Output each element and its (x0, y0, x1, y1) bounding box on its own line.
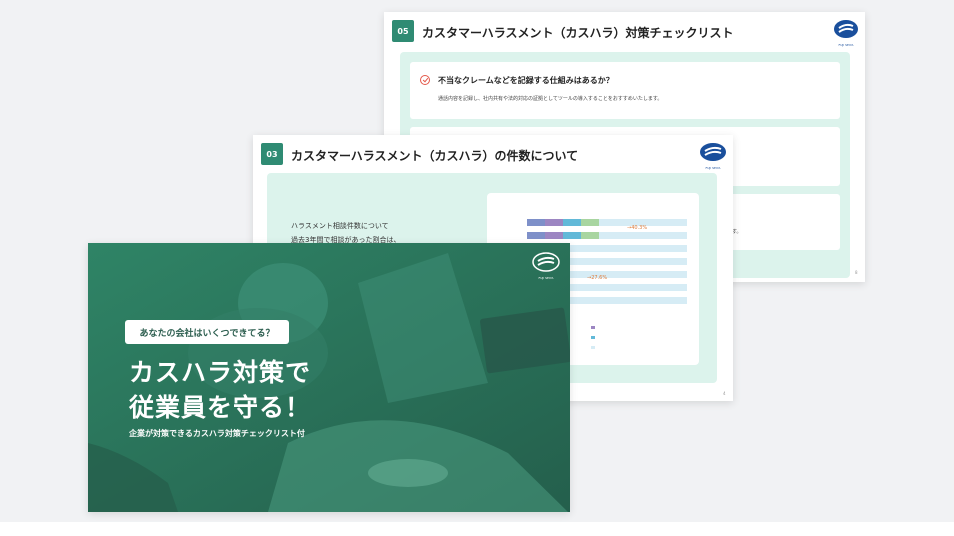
checklist-description: 通話内容を記録し、社内共有や法的対応の証拠としてツールの導入することをおすすめい… (438, 96, 663, 102)
chart-callout: →27.6% (587, 275, 607, 281)
company-logo-icon (532, 252, 560, 272)
checklist-card: 不当なクレームなどを記録する仕組みはあるか？ 通話内容を記録し、社内共有や法的対… (410, 62, 840, 119)
subheadline: 企業が対策できるカスハラ対策チェックリスト付 (129, 429, 305, 438)
logo-text: FUJI SEIYA (538, 276, 554, 280)
chart-bar-segment (563, 232, 581, 239)
page-number: 4 (723, 391, 726, 396)
slide-title: カスタマーハラスメント（カスハラ）対策チェックリスト (422, 26, 734, 40)
checklist-question: 不当なクレームなどを記録する仕組みはあるか？ (438, 76, 614, 85)
chart-bar-segment (527, 232, 545, 239)
headline-line: 従業員を守る！ (129, 393, 312, 422)
check-circle-icon (420, 75, 430, 85)
company-logo: FUJI SEIYA (699, 142, 727, 170)
question-bubble: あなたの会社はいくつできてる？ (125, 320, 289, 344)
logo-text: FUJI SEIYA (838, 43, 854, 47)
slide-title: カスタマーハラスメント（カスハラ）の件数について (291, 149, 579, 163)
chart-bar-segment (581, 232, 599, 239)
company-logo: FUJI SEIYA (833, 19, 859, 47)
chart-bar-segment (563, 219, 581, 226)
checklist-description: す。 (732, 229, 742, 235)
slide-number-badge: 05 (392, 20, 414, 42)
chart-bar-segment (581, 219, 599, 226)
company-logo: FUJI SEIYA (531, 252, 561, 280)
headline-line: カスハラ対策で (129, 358, 312, 387)
legend-swatch (591, 346, 595, 349)
company-logo-icon (700, 143, 726, 161)
company-logo-icon (834, 20, 858, 38)
chart-bar-segment (545, 219, 563, 226)
page-footer-band (0, 522, 954, 536)
slide-number-badge: 03 (261, 143, 283, 165)
body-text-line: ハラスメント相談件数について (291, 222, 389, 230)
chart-bar-segment (545, 232, 563, 239)
cover-slide: FUJI SEIYA あなたの会社はいくつできてる？ カスハラ対策で 従業員を守… (88, 243, 570, 512)
legend-swatch (591, 326, 595, 329)
legend-swatch (591, 336, 595, 339)
chart-callout: →40.3% (627, 225, 647, 231)
chart-bar-segment (527, 219, 545, 226)
page-number: 8 (855, 270, 858, 275)
logo-text: FUJI SEIYA (705, 166, 721, 170)
